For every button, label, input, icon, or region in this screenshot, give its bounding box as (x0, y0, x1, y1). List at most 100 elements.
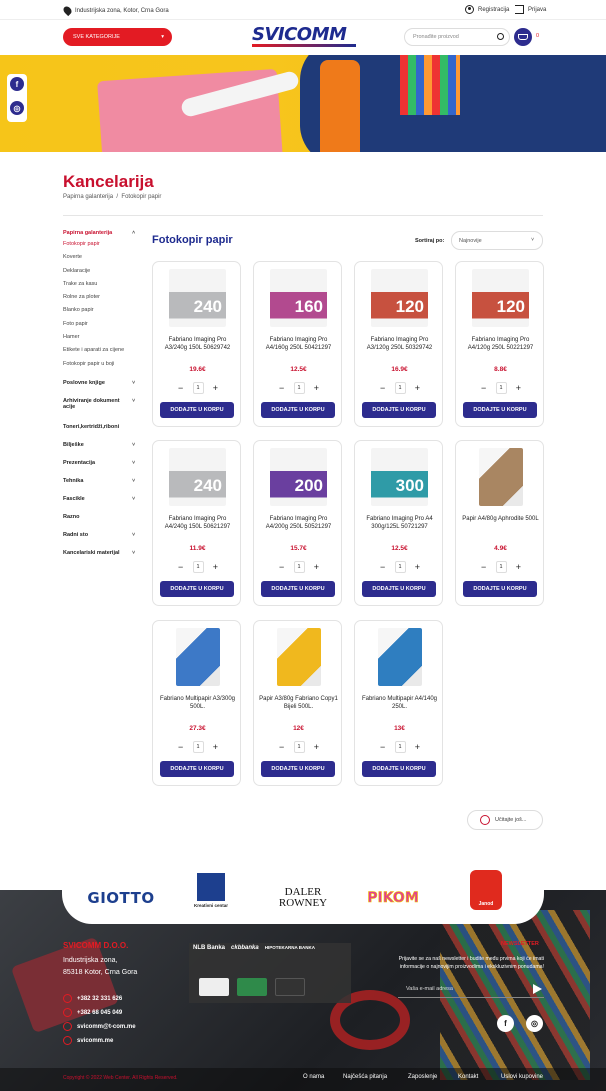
quantity-input[interactable]: 1 (293, 382, 305, 394)
plus-icon[interactable]: + (516, 383, 521, 393)
minus-icon[interactable]: − (178, 742, 183, 752)
product-card[interactable]: 200 Fabriano Imaging Pro A4/200g 250L 505… (253, 440, 342, 606)
sidebar-category[interactable]: Radni sto ˅ (63, 532, 135, 550)
plus-icon[interactable]: + (314, 742, 319, 752)
product-card[interactable]: 120 Fabriano Imaging Pro A3/120g 250L 503… (354, 261, 443, 427)
product-name[interactable]: Fabriano Multipapir A3/300g 500L. (157, 695, 238, 711)
quantity-input[interactable]: 1 (192, 561, 204, 573)
product-card[interactable]: Papir A4/80g Aphrodite 500L 4.9€ −1 + DODAJT… (455, 440, 544, 606)
product-name[interactable]: Fabriano Imaging Pro A3/240g 150L 506297… (157, 336, 238, 352)
brand-logo-kreativni-centar[interactable]: Kreativni centar (185, 870, 237, 910)
plus-icon[interactable]: + (213, 742, 218, 752)
minus-icon[interactable]: − (178, 383, 183, 393)
quantity-input[interactable]: 1 (293, 741, 305, 753)
facebook-icon[interactable]: f (10, 77, 24, 91)
add-to-cart-button[interactable]: DODAJTE U KORPU (463, 581, 537, 597)
footer-link-faq[interactable]: Najčešća pitanja (343, 1074, 387, 1080)
quantity-input[interactable]: 1 (394, 561, 406, 573)
product-card[interactable]: Fabriano Multipapir A4/140g 250L. 13€ −1 + D… (354, 620, 443, 786)
minus-icon[interactable]: − (380, 383, 385, 393)
sidebar-subitem[interactable]: Deklaracije (63, 268, 135, 281)
breadcrumb-item[interactable]: Fotokopir papir (121, 194, 161, 200)
product-card[interactable]: 300 Fabriano Imaging Pro A4 300g/125L 507… (354, 440, 443, 606)
product-image[interactable]: 200 (270, 448, 327, 506)
sidebar-subitem[interactable]: Foto papir (63, 321, 135, 334)
quantity-input[interactable]: 1 (394, 382, 406, 394)
add-to-cart-button[interactable]: DODAJTE U KORPU (362, 581, 436, 597)
sidebar-category[interactable]: Kancelariski materijal ˅ (63, 550, 135, 568)
cart-button[interactable] (514, 28, 532, 46)
sidebar-subitem[interactable]: Etikete i aparati za cijene (63, 347, 135, 360)
product-image[interactable]: 240 (169, 269, 226, 327)
search-input[interactable]: Pronađite proizvod (404, 28, 510, 46)
minus-icon[interactable]: − (279, 562, 284, 572)
product-card[interactable]: 240 Fabriano Imaging Pro A4/240g 150L 506… (152, 440, 241, 606)
send-icon[interactable] (533, 984, 542, 994)
add-to-cart-button[interactable]: DODAJTE U KORPU (160, 402, 234, 418)
brand-logo-pikom[interactable]: PIKOM (360, 878, 426, 918)
minus-icon[interactable]: − (481, 383, 486, 393)
quantity-input[interactable]: 1 (495, 382, 507, 394)
footer-link-o-nama[interactable]: O nama (303, 1074, 324, 1080)
quantity-input[interactable]: 1 (394, 741, 406, 753)
search-icon[interactable] (497, 33, 504, 40)
sidebar-subitem[interactable]: Blanko papir (63, 307, 135, 320)
quantity-input[interactable]: 1 (293, 561, 305, 573)
product-name[interactable]: Fabriano Imaging Pro A4/160g 250L 504212… (258, 336, 339, 352)
breadcrumb-item[interactable]: Papirna galanterija (63, 194, 113, 200)
product-image[interactable] (371, 628, 428, 686)
product-image[interactable]: 300 (371, 448, 428, 506)
product-image[interactable]: 120 (371, 269, 428, 327)
minus-icon[interactable]: − (279, 383, 284, 393)
product-card[interactable]: 120 Fabriano Imaging Pro A4/120g 250L 502… (455, 261, 544, 427)
product-name[interactable]: Fabriano Imaging Pro A4/120g 250L 502212… (460, 336, 541, 352)
brand-logo-giotto[interactable]: GIOTTO (87, 878, 154, 918)
plus-icon[interactable]: + (314, 383, 319, 393)
plus-icon[interactable]: + (213, 562, 218, 572)
minus-icon[interactable]: − (380, 562, 385, 572)
footer-phone-1[interactable]: +382 32 331 626 (63, 994, 122, 1003)
sidebar-subitem[interactable]: Rolne za ploter (63, 294, 135, 307)
product-image[interactable] (472, 448, 529, 506)
quantity-input[interactable]: 1 (192, 741, 204, 753)
all-categories-button[interactable]: SVE KATEGORIJE ▾ (63, 28, 172, 46)
minus-icon[interactable]: − (380, 742, 385, 752)
plus-icon[interactable]: + (516, 562, 521, 572)
footer-link-uslovi[interactable]: Uslovi kupovine (501, 1074, 543, 1080)
product-name[interactable]: Papir A3/80g Fabriano Copy1 Bijeli 500L. (258, 695, 339, 711)
load-more-button[interactable]: Učitajte još... (467, 810, 543, 830)
sidebar-category[interactable]: Poslovne knjige ˅ (63, 380, 135, 398)
sidebar-subitem[interactable]: Trake za kasu (63, 281, 135, 294)
product-image[interactable]: 240 (169, 448, 226, 506)
add-to-cart-button[interactable]: DODAJTE U KORPU (261, 581, 335, 597)
footer-facebook-icon[interactable]: f (497, 1015, 514, 1032)
product-name[interactable]: Fabriano Imaging Pro A3/120g 250L 503297… (359, 336, 440, 352)
sidebar-category[interactable]: Razno (63, 514, 135, 532)
product-card[interactable]: 160 Fabriano Imaging Pro A4/160g 250L 504… (253, 261, 342, 427)
footer-link-zaposlenje[interactable]: Zaposlenje (408, 1074, 437, 1080)
sidebar-category[interactable]: Tehnika ˅ (63, 478, 135, 496)
quantity-input[interactable]: 1 (192, 382, 204, 394)
product-image[interactable] (169, 628, 226, 686)
add-to-cart-button[interactable]: DODAJTE U KORPU (261, 761, 335, 777)
add-to-cart-button[interactable]: DODAJTE U KORPU (160, 761, 234, 777)
sidebar-category[interactable]: Bilješke ˅ (63, 442, 135, 460)
product-name[interactable]: Papir A4/80g Aphrodite 500L (460, 515, 541, 523)
plus-icon[interactable]: + (415, 562, 420, 572)
product-name[interactable]: Fabriano Imaging Pro A4 300g/125L 507212… (359, 515, 440, 531)
footer-email[interactable]: svicomm@t-com.me (63, 1022, 136, 1031)
product-card[interactable]: Papir A3/80g Fabriano Copy1 Bijeli 500L.… (253, 620, 342, 786)
footer-phone-2[interactable]: +382 68 045 049 (63, 1008, 122, 1017)
add-to-cart-button[interactable]: DODAJTE U KORPU (261, 402, 335, 418)
product-image[interactable]: 160 (270, 269, 327, 327)
sort-select[interactable]: Najnovije ˅ (451, 231, 543, 250)
register-link[interactable]: Registracija (465, 5, 509, 14)
login-link[interactable]: Prijava (515, 5, 546, 14)
sidebar-subitem[interactable]: Koverte (63, 254, 135, 267)
brand-logo-janod[interactable]: Janod (468, 870, 504, 910)
newsletter-email-input[interactable]: Vaša e-mail adresa (398, 980, 544, 998)
sidebar-group-papirna[interactable]: Papirna galanterija ˄ (63, 230, 135, 241)
minus-icon[interactable]: − (481, 562, 486, 572)
sidebar-category[interactable]: Fascikle ˅ (63, 496, 135, 514)
minus-icon[interactable]: − (279, 742, 284, 752)
